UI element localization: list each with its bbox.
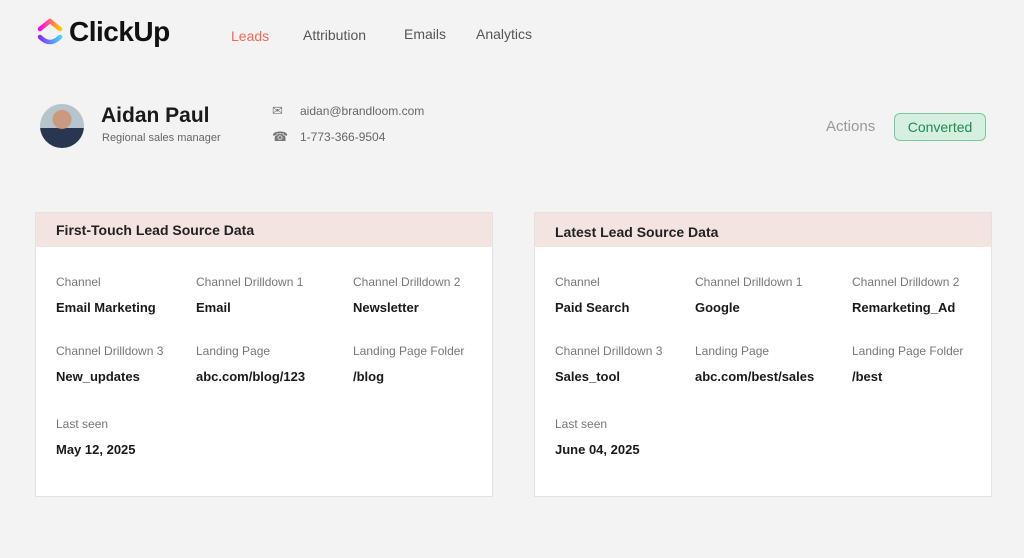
avatar bbox=[40, 104, 84, 148]
field-label: Channel Drilldown 1 bbox=[695, 275, 803, 289]
profile-phone[interactable]: 1-773-366-9504 bbox=[300, 130, 385, 144]
brand-name: ClickUp bbox=[69, 16, 170, 47]
field-drilldown-3: Channel Drilldown 3 Sales_tool bbox=[555, 344, 662, 384]
field-label: Channel bbox=[56, 275, 101, 289]
field-landing-page: Landing Page abc.com/best/sales bbox=[695, 344, 814, 384]
field-label: Channel Drilldown 1 bbox=[196, 275, 304, 289]
field-drilldown-1: Channel Drilldown 1 Google bbox=[695, 275, 802, 315]
field-label: Last seen bbox=[56, 417, 109, 431]
field-label: Channel Drilldown 2 bbox=[852, 275, 960, 289]
card-title: Latest Lead Source Data bbox=[535, 213, 991, 247]
nav-attribution[interactable]: Attribution bbox=[303, 27, 366, 43]
profile-role: Regional sales manager bbox=[102, 132, 221, 144]
field-label: Landing Page bbox=[196, 344, 271, 358]
field-value: Paid Search bbox=[555, 300, 630, 315]
profile-email[interactable]: aidan@brandloom.com bbox=[300, 104, 424, 118]
field-label: Channel Drilldown 3 bbox=[555, 344, 663, 358]
field-value: New_updates bbox=[56, 369, 140, 384]
field-value: /best bbox=[852, 369, 883, 384]
field-landing-page: Landing Page abc.com/blog/123 bbox=[196, 344, 305, 384]
field-label: Channel bbox=[555, 275, 600, 289]
field-value: Email bbox=[196, 300, 231, 315]
clickup-logo[interactable]: ClickUp bbox=[37, 16, 170, 48]
card-title: First-Touch Lead Source Data bbox=[36, 213, 492, 247]
field-landing-folder: Landing Page Folder/best bbox=[852, 344, 963, 384]
field-channel: Channel Paid Search bbox=[555, 275, 629, 315]
first-touch-card: First-Touch Lead Source Data Channel Emai… bbox=[35, 212, 493, 497]
field-label: Channel Drilldown 2 bbox=[353, 275, 461, 289]
field-value: Google bbox=[695, 300, 740, 315]
field-last-seen: Last seen May 12, 2025 bbox=[56, 417, 136, 457]
actions-button[interactable]: Actions bbox=[826, 118, 875, 135]
field-label: Channel Drilldown 3 bbox=[56, 344, 164, 358]
field-value: June 04, 2025 bbox=[555, 442, 640, 457]
field-value: abc.com/best/sales bbox=[695, 369, 815, 384]
field-value: Email Marketing bbox=[56, 300, 156, 315]
field-value: May 12, 2025 bbox=[56, 442, 136, 457]
field-drilldown-2: Channel Drilldown 2 Remarketing_Ad bbox=[852, 275, 959, 315]
profile-name: Aidan Paul bbox=[101, 104, 210, 127]
nav-emails[interactable]: Emails bbox=[404, 26, 446, 42]
field-last-seen: Last seen June 04, 2025 bbox=[555, 417, 640, 457]
field-drilldown-1: Channel Drilldown 1 Email bbox=[196, 275, 303, 315]
status-badge[interactable]: Converted bbox=[894, 113, 986, 141]
field-landing-folder: Landing Page Folder/blog bbox=[353, 344, 464, 384]
field-value: Newsletter bbox=[353, 300, 419, 315]
latest-card: Latest Lead Source Data Channel Paid Sear… bbox=[534, 212, 992, 497]
field-label: Landing Page Folder bbox=[353, 344, 465, 358]
field-label: Last seen bbox=[555, 417, 608, 431]
field-label: Landing Page Folder bbox=[852, 344, 964, 358]
field-label: Landing Page bbox=[695, 344, 770, 358]
field-value: Sales_tool bbox=[555, 369, 621, 384]
field-drilldown-3: Channel Drilldown 3 New_updates bbox=[56, 344, 163, 384]
phone-icon: ☎ bbox=[272, 129, 289, 144]
field-value: /blog bbox=[353, 369, 385, 384]
field-value: abc.com/blog/123 bbox=[196, 369, 306, 384]
nav-leads[interactable]: Leads bbox=[231, 28, 269, 44]
field-drilldown-2: Channel Drilldown 2 Newsletter bbox=[353, 275, 460, 315]
envelope-icon: ✉ bbox=[272, 103, 283, 118]
nav-analytics[interactable]: Analytics bbox=[476, 26, 532, 42]
field-channel: Channel Email Marketing bbox=[56, 275, 156, 315]
field-value: Remarketing_Ad bbox=[852, 300, 956, 315]
clickup-logo-icon bbox=[37, 18, 63, 45]
